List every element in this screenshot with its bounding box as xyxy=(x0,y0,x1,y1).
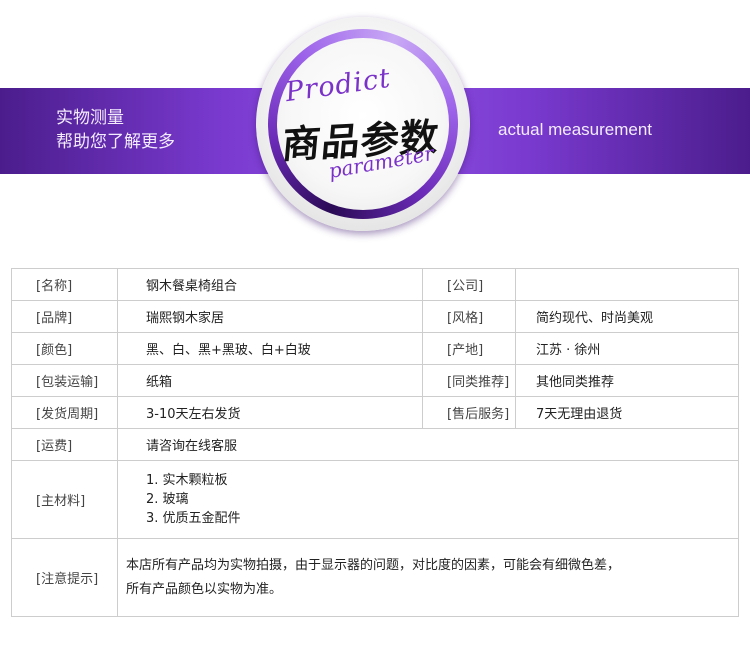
banner-left-text: 实物测量 帮助您了解更多 xyxy=(56,106,175,154)
notice-row: [注意提示] 本店所有产品均为实物拍摄，由于显示器的问题，对比度的因素，可能会有… xyxy=(11,538,739,617)
param-value: 3-10天左右发货 xyxy=(117,396,423,429)
param-row: [颜色] 黑、白、黑+黑玻、白+白玻 [产地] 江苏 · 徐州 xyxy=(11,332,739,365)
banner-left-line1: 实物测量 xyxy=(56,108,124,128)
param-row: [品牌] 瑞熙钢木家居 [风格] 简约现代、时尚美观 xyxy=(11,300,739,333)
param-label: [售后服务] xyxy=(422,396,516,429)
param-row: [发货周期] 3-10天左右发货 [售后服务] 7天无理由退货 xyxy=(11,396,739,429)
material-list: 1. 实木颗粒板 2. 玻璃 3. 优质五金配件 xyxy=(117,460,739,539)
param-value: 简约现代、时尚美观 xyxy=(515,300,739,333)
notice-label: [注意提示] xyxy=(11,538,118,617)
param-row: [包装运输] 纸箱 [同类推荐] 其他同类推荐 xyxy=(11,364,739,397)
param-value: 7天无理由退货 xyxy=(515,396,739,429)
shipping-label: [运费] xyxy=(11,428,118,461)
banner-left-line2: 帮助您了解更多 xyxy=(56,132,175,152)
param-value: 江苏 · 徐州 xyxy=(515,332,739,365)
shipping-value: 请咨询在线客服 xyxy=(117,428,739,461)
param-label: [品牌] xyxy=(11,300,118,333)
material-item: 2. 玻璃 xyxy=(146,492,189,507)
param-label: [发货周期] xyxy=(11,396,118,429)
param-label: [颜色] xyxy=(11,332,118,365)
banner: 实物测量 帮助您了解更多 actual measurement Prodict … xyxy=(0,0,750,250)
notice-text: 本店所有产品均为实物拍摄，由于显示器的问题，对比度的因素，可能会有细微色差， 所… xyxy=(117,538,739,617)
material-item: 1. 实木颗粒板 xyxy=(146,473,228,488)
param-value: 钢木餐桌椅组合 xyxy=(117,268,423,301)
banner-right-text: actual measurement xyxy=(498,120,653,139)
param-row: [名称] 钢木餐桌椅组合 [公司] xyxy=(11,268,739,301)
param-label: [产地] xyxy=(422,332,516,365)
param-value: 其他同类推荐 xyxy=(515,364,739,397)
param-label: [包装运输] xyxy=(11,364,118,397)
param-value: 纸箱 xyxy=(117,364,423,397)
param-label: [同类推荐] xyxy=(422,364,516,397)
param-value: 黑、白、黑+黑玻、白+白玻 xyxy=(117,332,423,365)
product-params-table: [名称] 钢木餐桌椅组合 [公司] [品牌] 瑞熙钢木家居 [风格] 简约现代、… xyxy=(11,268,739,617)
notice-line2: 所有产品颜色以实物为准。 xyxy=(126,581,283,597)
param-label: [名称] xyxy=(11,268,118,301)
param-label: [公司] xyxy=(422,268,516,301)
material-label: [主材料] xyxy=(11,460,118,539)
notice-line1: 本店所有产品均为实物拍摄，由于显示器的问题，对比度的因素，可能会有细微色差， xyxy=(126,557,621,573)
param-label: [风格] xyxy=(422,300,516,333)
shipping-row: [运费] 请咨询在线客服 xyxy=(11,428,739,461)
material-row: [主材料] 1. 实木颗粒板 2. 玻璃 3. 优质五金配件 xyxy=(11,460,739,539)
material-item: 3. 优质五金配件 xyxy=(146,511,241,526)
param-value: 瑞熙钢木家居 xyxy=(117,300,423,333)
param-value xyxy=(515,268,739,301)
